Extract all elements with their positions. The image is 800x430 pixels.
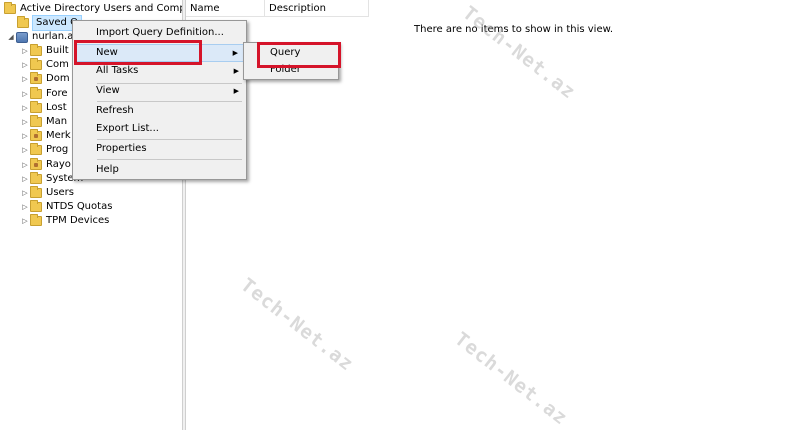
expand-arrow-icon[interactable]: ▷: [20, 186, 30, 200]
tree-item-domain[interactable]: ◢ nurlan.a: [6, 30, 73, 44]
tree-item-label: NTDS Quotas: [46, 201, 113, 213]
folder-icon: [30, 200, 42, 213]
folder-icon: [30, 58, 42, 71]
ou-folder-icon: [30, 72, 42, 85]
column-header-name[interactable]: Name: [186, 0, 265, 17]
tree-root-label: Active Directory Users and Computers: [20, 3, 182, 14]
menu-item-label: All Tasks: [96, 65, 139, 76]
expand-arrow-icon[interactable]: ▷: [20, 158, 30, 172]
tree-item[interactable]: ▷ NTDS Quotas: [20, 200, 112, 214]
ou-folder-icon: [30, 157, 42, 170]
highlight-box-query: [257, 42, 341, 68]
highlight-box-new: [74, 40, 202, 65]
folder-icon: [30, 115, 42, 127]
expand-arrow-icon[interactable]: ▷: [20, 172, 30, 186]
empty-list-message: There are no items to show in this view.: [414, 24, 614, 35]
menu-item-properties[interactable]: Properties: [75, 140, 244, 158]
tree-item-label: Dom: [46, 73, 70, 85]
tree-item[interactable]: ▷ Built: [20, 44, 69, 58]
submenu-arrow-icon: ▶: [232, 49, 238, 57]
folder-icon: [30, 171, 42, 184]
tree-item[interactable]: ▷ Com: [20, 58, 69, 72]
folder-icon: [30, 44, 42, 56]
folder-icon: [30, 186, 42, 198]
menu-item-help[interactable]: Help: [75, 161, 244, 179]
menu-separator: [97, 159, 242, 160]
expand-arrow-icon[interactable]: ▷: [20, 101, 30, 115]
tree-item[interactable]: ▷ Dom: [20, 72, 70, 86]
tree-item-label: Man: [46, 116, 68, 127]
tree-item-label: TPM Devices: [46, 215, 110, 227]
tree-item-label: Com: [46, 59, 69, 71]
folder-icon: [30, 214, 42, 227]
tree-item-label: Rayo: [46, 158, 71, 170]
expand-arrow-icon[interactable]: ▷: [20, 115, 30, 129]
folder-icon: [30, 143, 42, 156]
tree-item[interactable]: ▷ TPM Devices: [20, 214, 109, 228]
expand-arrow-icon[interactable]: ▷: [20, 44, 30, 58]
tree-item[interactable]: ▷ Prog: [20, 143, 68, 157]
expand-arrow-icon[interactable]: ▷: [20, 200, 30, 214]
folder-icon: [17, 16, 29, 28]
column-header-description[interactable]: Description: [265, 0, 369, 17]
menu-item-label: Export List...: [96, 123, 159, 134]
tree-item-label: Merk: [46, 130, 71, 142]
tree-root[interactable]: Active Directory Users and Computers: [4, 2, 182, 16]
menu-item-export-list[interactable]: Export List...: [75, 120, 244, 138]
menu-item-label: View: [96, 85, 120, 96]
tree-item-label: Built: [46, 45, 69, 56]
tree-item-label: Users: [46, 187, 75, 198]
expand-arrow-icon[interactable]: ▷: [20, 214, 30, 228]
tree-item[interactable]: ▷ Fore: [20, 86, 68, 101]
tree-item[interactable]: ▷ Lost: [20, 100, 67, 115]
tree-item[interactable]: ▷ Man: [20, 115, 67, 129]
tree-item[interactable]: ▷ Users: [20, 186, 74, 200]
expand-arrow-icon[interactable]: ▷: [20, 129, 30, 143]
submenu-arrow-icon: ▶: [233, 87, 239, 95]
console-root-icon: [4, 2, 16, 14]
menu-item-label: Properties: [96, 143, 147, 154]
submenu-arrow-icon: ▶: [233, 67, 239, 75]
tree-item-label: nurlan.a: [32, 31, 74, 42]
collapse-arrow-icon[interactable]: ◢: [6, 30, 16, 44]
expand-arrow-icon[interactable]: ▷: [20, 72, 30, 86]
expand-arrow-icon[interactable]: ▷: [20, 143, 30, 157]
folder-icon: [30, 86, 42, 99]
menu-item-refresh[interactable]: Refresh: [75, 102, 244, 120]
tree-item[interactable]: ▷ Merk: [20, 129, 71, 143]
menu-item-label: Refresh: [96, 105, 134, 116]
tree-item-label: Fore: [46, 87, 68, 99]
tree-item-label: Lost: [46, 101, 67, 113]
folder-icon: [30, 100, 42, 113]
tree-item[interactable]: ▷ Rayo: [20, 157, 71, 172]
expand-arrow-icon[interactable]: ▷: [20, 87, 30, 101]
menu-item-label: Help: [96, 164, 119, 175]
menu-item-view[interactable]: View ▶: [75, 82, 244, 100]
menu-item-label: Import Query Definition...: [96, 27, 224, 38]
ou-folder-icon: [30, 129, 42, 142]
expand-arrow-icon[interactable]: ▷: [20, 58, 30, 72]
domain-icon: [16, 31, 28, 43]
tree-item-label: Prog: [46, 144, 69, 156]
